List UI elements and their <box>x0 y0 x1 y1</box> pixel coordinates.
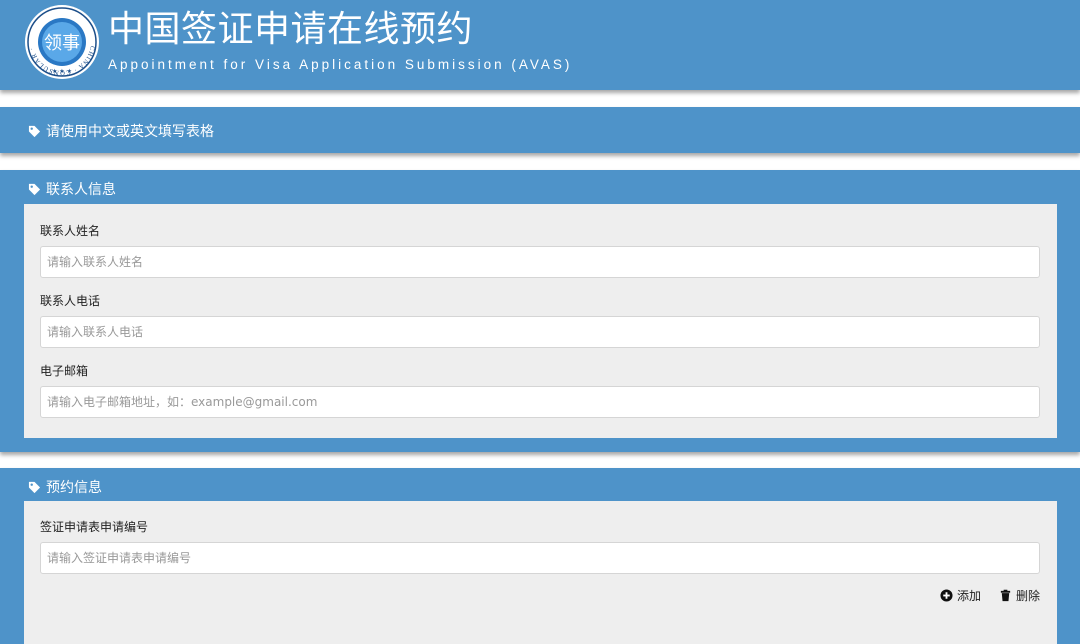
contact-panel: 联系人姓名 联系人电话 电子邮箱 <box>24 204 1057 438</box>
tag-icon <box>28 481 41 493</box>
notice-heading: 请使用中文或英文填写表格 <box>28 121 214 141</box>
page-subtitle: Appointment for Visa Application Submiss… <box>108 57 573 72</box>
page-header: CHINA · CONSULAR · AFFAIRS 领事 ★ ★ ★ 中国签证… <box>0 0 1080 90</box>
add-button[interactable]: 添加 <box>940 587 981 604</box>
consular-affairs-logo: CHINA · CONSULAR · AFFAIRS 领事 ★ ★ ★ <box>24 4 99 79</box>
appointment-section: 预约信息 签证申请表申请编号 添加 删除 <box>0 468 1080 644</box>
page-title: 中国签证申请在线预约 <box>108 9 474 50</box>
contact-phone-label: 联系人电话 <box>40 294 101 308</box>
trash-icon <box>1000 589 1011 602</box>
add-label: 添加 <box>957 589 982 603</box>
notice-text: 请使用中文或英文填写表格 <box>46 124 214 140</box>
email-label: 电子邮箱 <box>40 364 89 378</box>
contact-heading: 联系人信息 <box>28 179 116 199</box>
appointment-panel: 签证申请表申请编号 添加 删除 <box>24 501 1057 644</box>
notice-bar: 请使用中文或英文填写表格 <box>0 107 1080 153</box>
appointment-heading: 预约信息 <box>28 477 102 497</box>
email-input[interactable] <box>40 386 1040 418</box>
tag-icon <box>28 183 41 195</box>
contact-phone-input[interactable] <box>40 316 1040 348</box>
contact-heading-text: 联系人信息 <box>46 182 116 198</box>
delete-label: 删除 <box>1016 589 1041 603</box>
form-number-input[interactable] <box>40 542 1040 574</box>
plus-circle-icon <box>940 589 953 602</box>
contact-name-input[interactable] <box>40 246 1040 278</box>
tag-icon <box>28 125 41 137</box>
form-number-label: 签证申请表申请编号 <box>40 520 149 534</box>
contact-name-label: 联系人姓名 <box>40 224 101 238</box>
contact-section: 联系人信息 联系人姓名 联系人电话 电子邮箱 <box>0 170 1080 452</box>
appointment-heading-text: 预约信息 <box>46 480 102 496</box>
svg-text:★ ★ ★: ★ ★ ★ <box>52 68 72 75</box>
delete-button[interactable]: 删除 <box>999 587 1040 604</box>
svg-text:领事: 领事 <box>44 33 80 54</box>
